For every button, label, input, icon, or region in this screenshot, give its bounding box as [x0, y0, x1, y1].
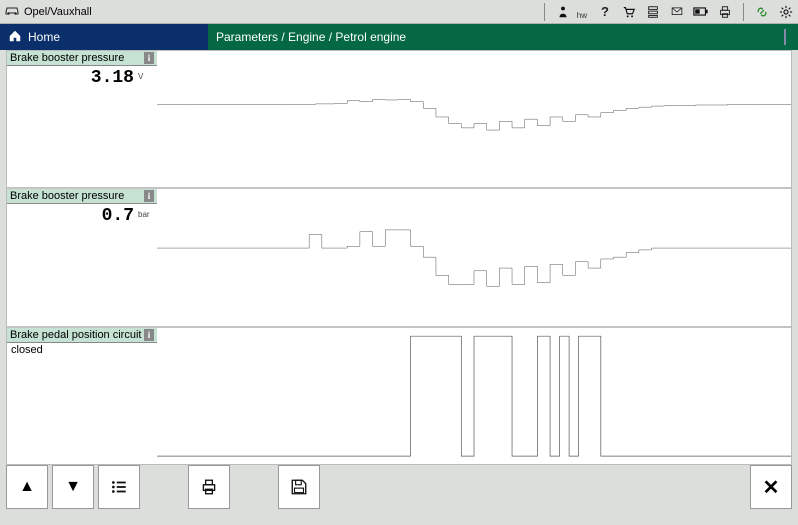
divider	[544, 3, 545, 21]
parameter-label-area: Brake pedal position circuit i closed	[7, 328, 157, 464]
parameter-name: Brake pedal position circuit	[10, 329, 141, 341]
car-icon	[4, 4, 20, 19]
home-label: Home	[28, 30, 60, 44]
scroll-down-button[interactable]: ▼	[52, 465, 94, 509]
gear-icon[interactable]	[778, 4, 794, 20]
progress-bar	[784, 29, 786, 45]
feed-icon[interactable]	[645, 4, 661, 20]
home-button[interactable]: Home	[0, 24, 208, 50]
breadcrumb-text: Parameters / Engine / Petrol engine	[216, 30, 406, 44]
home-icon	[8, 29, 22, 46]
cart-icon[interactable]	[621, 4, 637, 20]
link-icon[interactable]	[754, 4, 770, 20]
battery-icon[interactable]	[693, 4, 709, 20]
parameter-row: Brake pedal position circuit i closed	[7, 328, 791, 464]
parameter-chart	[157, 328, 791, 464]
print-icon[interactable]	[717, 4, 733, 20]
parameter-header[interactable]: Brake booster pressure i	[7, 189, 157, 204]
nav-row: Home Parameters / Engine / Petrol engine	[0, 24, 798, 50]
parameter-name: Brake booster pressure	[10, 52, 124, 64]
parameter-unit: V	[138, 72, 152, 81]
save-button[interactable]	[278, 465, 320, 509]
bottom-toolbar: ▲ ▼ ✕	[6, 465, 792, 509]
parameter-unit: bar	[138, 210, 152, 219]
parameter-row: Brake booster pressure i 0.7 bar	[7, 189, 791, 327]
help-icon[interactable]: ?	[597, 4, 613, 20]
toolbar-icons: hw ?	[542, 3, 794, 21]
info-icon[interactable]: i	[144, 190, 154, 202]
parameter-header[interactable]: Brake pedal position circuit i	[7, 328, 157, 343]
parameter-value: 0.7	[7, 206, 138, 226]
divider	[743, 3, 744, 21]
person-icon[interactable]	[555, 4, 571, 20]
brand: Opel/Vauxhall	[4, 4, 92, 19]
print-button[interactable]	[188, 465, 230, 509]
close-button[interactable]: ✕	[750, 465, 792, 509]
parameter-panel: Brake booster pressure i 3.18 V Brake bo…	[6, 50, 792, 465]
parameter-label-area: Brake booster pressure i 0.7 bar	[7, 189, 157, 325]
parameter-chart	[157, 51, 791, 187]
scroll-up-button[interactable]: ▲	[6, 465, 48, 509]
info-icon[interactable]: i	[144, 329, 154, 341]
topbar: Opel/Vauxhall hw ?	[0, 0, 798, 24]
mail-icon[interactable]	[669, 4, 685, 20]
brand-label: Opel/Vauxhall	[24, 6, 92, 18]
parameter-value: 3.18	[7, 68, 138, 88]
list-button[interactable]	[98, 465, 140, 509]
info-icon[interactable]: i	[144, 52, 154, 64]
progress-wrap	[784, 30, 790, 44]
hw-label: hw	[577, 11, 587, 20]
parameter-name: Brake booster pressure	[10, 190, 124, 202]
parameter-status: closed	[7, 343, 157, 357]
parameter-header[interactable]: Brake booster pressure i	[7, 51, 157, 66]
parameter-row: Brake booster pressure i 3.18 V	[7, 51, 791, 189]
breadcrumb: Parameters / Engine / Petrol engine	[208, 24, 798, 50]
parameter-label-area: Brake booster pressure i 3.18 V	[7, 51, 157, 187]
parameter-chart	[157, 189, 791, 325]
